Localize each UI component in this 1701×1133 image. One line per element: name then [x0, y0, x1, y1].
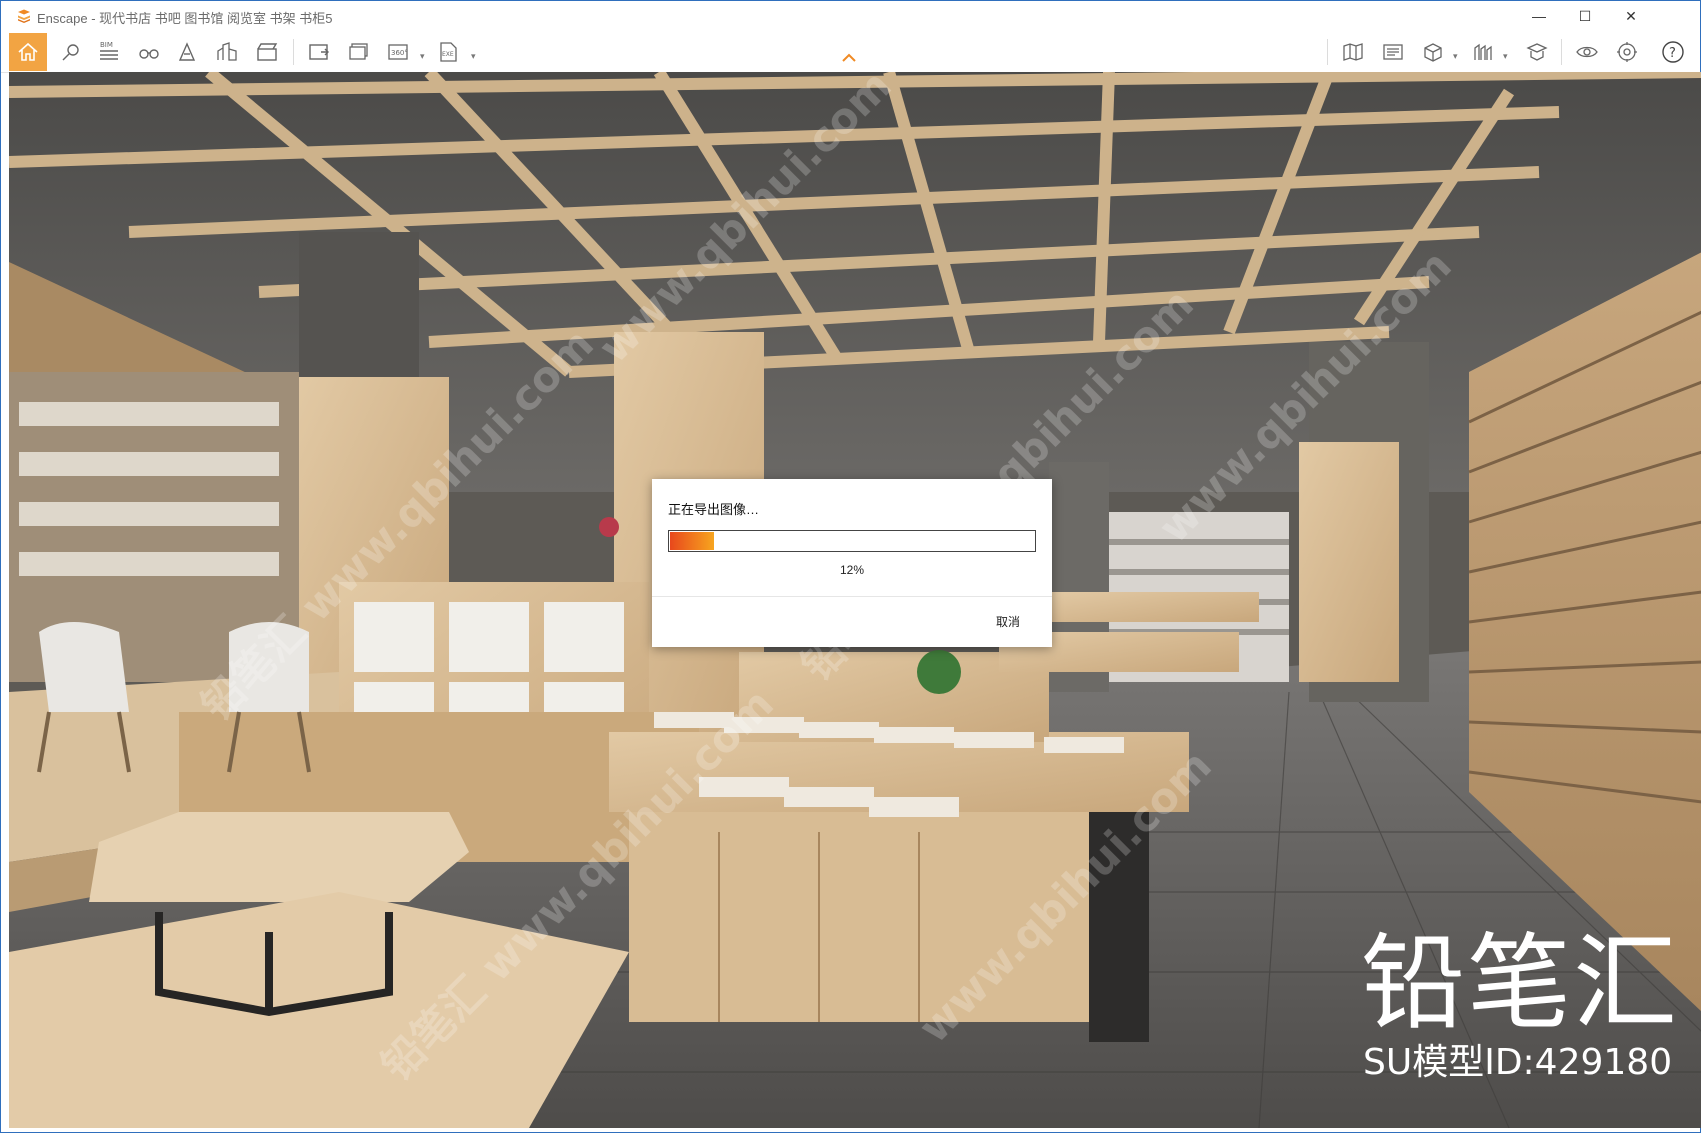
view-settings-button[interactable] — [55, 36, 87, 68]
box-view-icon — [1424, 43, 1442, 62]
feedback-icon — [1617, 42, 1637, 62]
toolbar-separator — [293, 39, 294, 65]
map-button[interactable] — [1337, 36, 1369, 68]
panorama-360-icon: 360° — [388, 44, 408, 60]
batch-render-icon — [349, 43, 368, 60]
asset-library-button[interactable] — [171, 36, 203, 68]
cancel-button[interactable]: 取消 — [996, 613, 1020, 630]
atlas-button[interactable] — [211, 36, 243, 68]
maximize-button[interactable]: ☐ — [1562, 1, 1608, 31]
atlas-icon — [217, 42, 237, 61]
export-exe-button[interactable]: EXE — [433, 36, 465, 68]
enscape-logo-icon — [18, 9, 30, 23]
progress-percent: 12% — [839, 563, 865, 577]
map-icon — [1343, 43, 1363, 61]
asset-library-icon — [178, 42, 196, 61]
svg-text:BIM: BIM — [100, 41, 113, 49]
view-settings-icon — [62, 44, 79, 61]
export-progress-dialog: 正在导出图像… 12% 取消 — [652, 479, 1052, 647]
batch-render-button[interactable] — [343, 36, 375, 68]
screenshot-icon — [309, 44, 329, 60]
box-view-dropdown-caret[interactable]: ▾ — [1453, 51, 1458, 62]
export-exe-icon: EXE — [440, 42, 457, 62]
site-context-icon — [1474, 43, 1492, 60]
material-icon — [1526, 43, 1548, 61]
video-editor-icon — [257, 43, 278, 61]
bim-button[interactable]: BIM — [93, 36, 125, 68]
enscape-window: Enscape - 现代书店 书吧 图书馆 阅览室 书架 书柜5 — ☐ ✕ B… — [0, 0, 1701, 1133]
watermark-model-id: SU模型ID:429180 — [1363, 1042, 1673, 1083]
window-title: Enscape - 现代书店 书吧 图书馆 阅览室 书架 书柜5 — [37, 11, 333, 26]
svg-text:360°: 360° — [391, 49, 408, 57]
web-standalone-button[interactable] — [1377, 36, 1409, 68]
panorama-dropdown-caret[interactable]: ▾ — [420, 51, 425, 62]
close-button[interactable]: ✕ — [1608, 1, 1654, 31]
collapse-toolbar-chevron-icon[interactable] — [841, 53, 857, 63]
vr-headset-button[interactable] — [1571, 36, 1603, 68]
screenshot-button[interactable] — [303, 36, 335, 68]
bim-icon: BIM — [100, 41, 118, 60]
binoculars-icon — [139, 49, 159, 59]
vr-headset-icon — [1576, 46, 1598, 58]
dialog-divider — [652, 596, 1052, 597]
binoculars-button[interactable] — [133, 36, 165, 68]
help-button[interactable]: ? — [1657, 36, 1689, 68]
svg-text:?: ? — [1669, 46, 1676, 61]
minimize-button[interactable]: — — [1516, 1, 1562, 31]
progress-fill — [670, 532, 714, 550]
export-progress-bar — [668, 530, 1036, 552]
web-standalone-icon — [1383, 44, 1403, 60]
material-button[interactable] — [1521, 36, 1553, 68]
help-icon: ? — [1662, 41, 1684, 63]
toolbar-separator — [1561, 39, 1562, 65]
title-bar: Enscape - 现代书店 书吧 图书馆 阅览室 书架 书柜5 — ☐ ✕ — [1, 1, 1700, 31]
home-button[interactable] — [9, 33, 47, 71]
export-dropdown-caret[interactable]: ▾ — [471, 51, 476, 62]
site-context-button[interactable] — [1467, 36, 1499, 68]
panorama-button[interactable]: 360° — [383, 36, 415, 68]
watermark-brand: 铅笔汇 — [1361, 922, 1680, 1044]
video-editor-button[interactable] — [251, 36, 283, 68]
feedback-button[interactable] — [1611, 36, 1643, 68]
enscape-toolbar: BIM 360° ▾ EXE ▾ ▾ ▾ ? — [1, 31, 1700, 73]
svg-text:EXE: EXE — [442, 51, 454, 58]
box-view-button[interactable] — [1417, 36, 1449, 68]
toolbar-separator — [1327, 39, 1328, 65]
home-icon — [18, 42, 38, 61]
site-context-dropdown-caret[interactable]: ▾ — [1503, 51, 1508, 62]
dialog-title: 正在导出图像… — [668, 502, 760, 517]
